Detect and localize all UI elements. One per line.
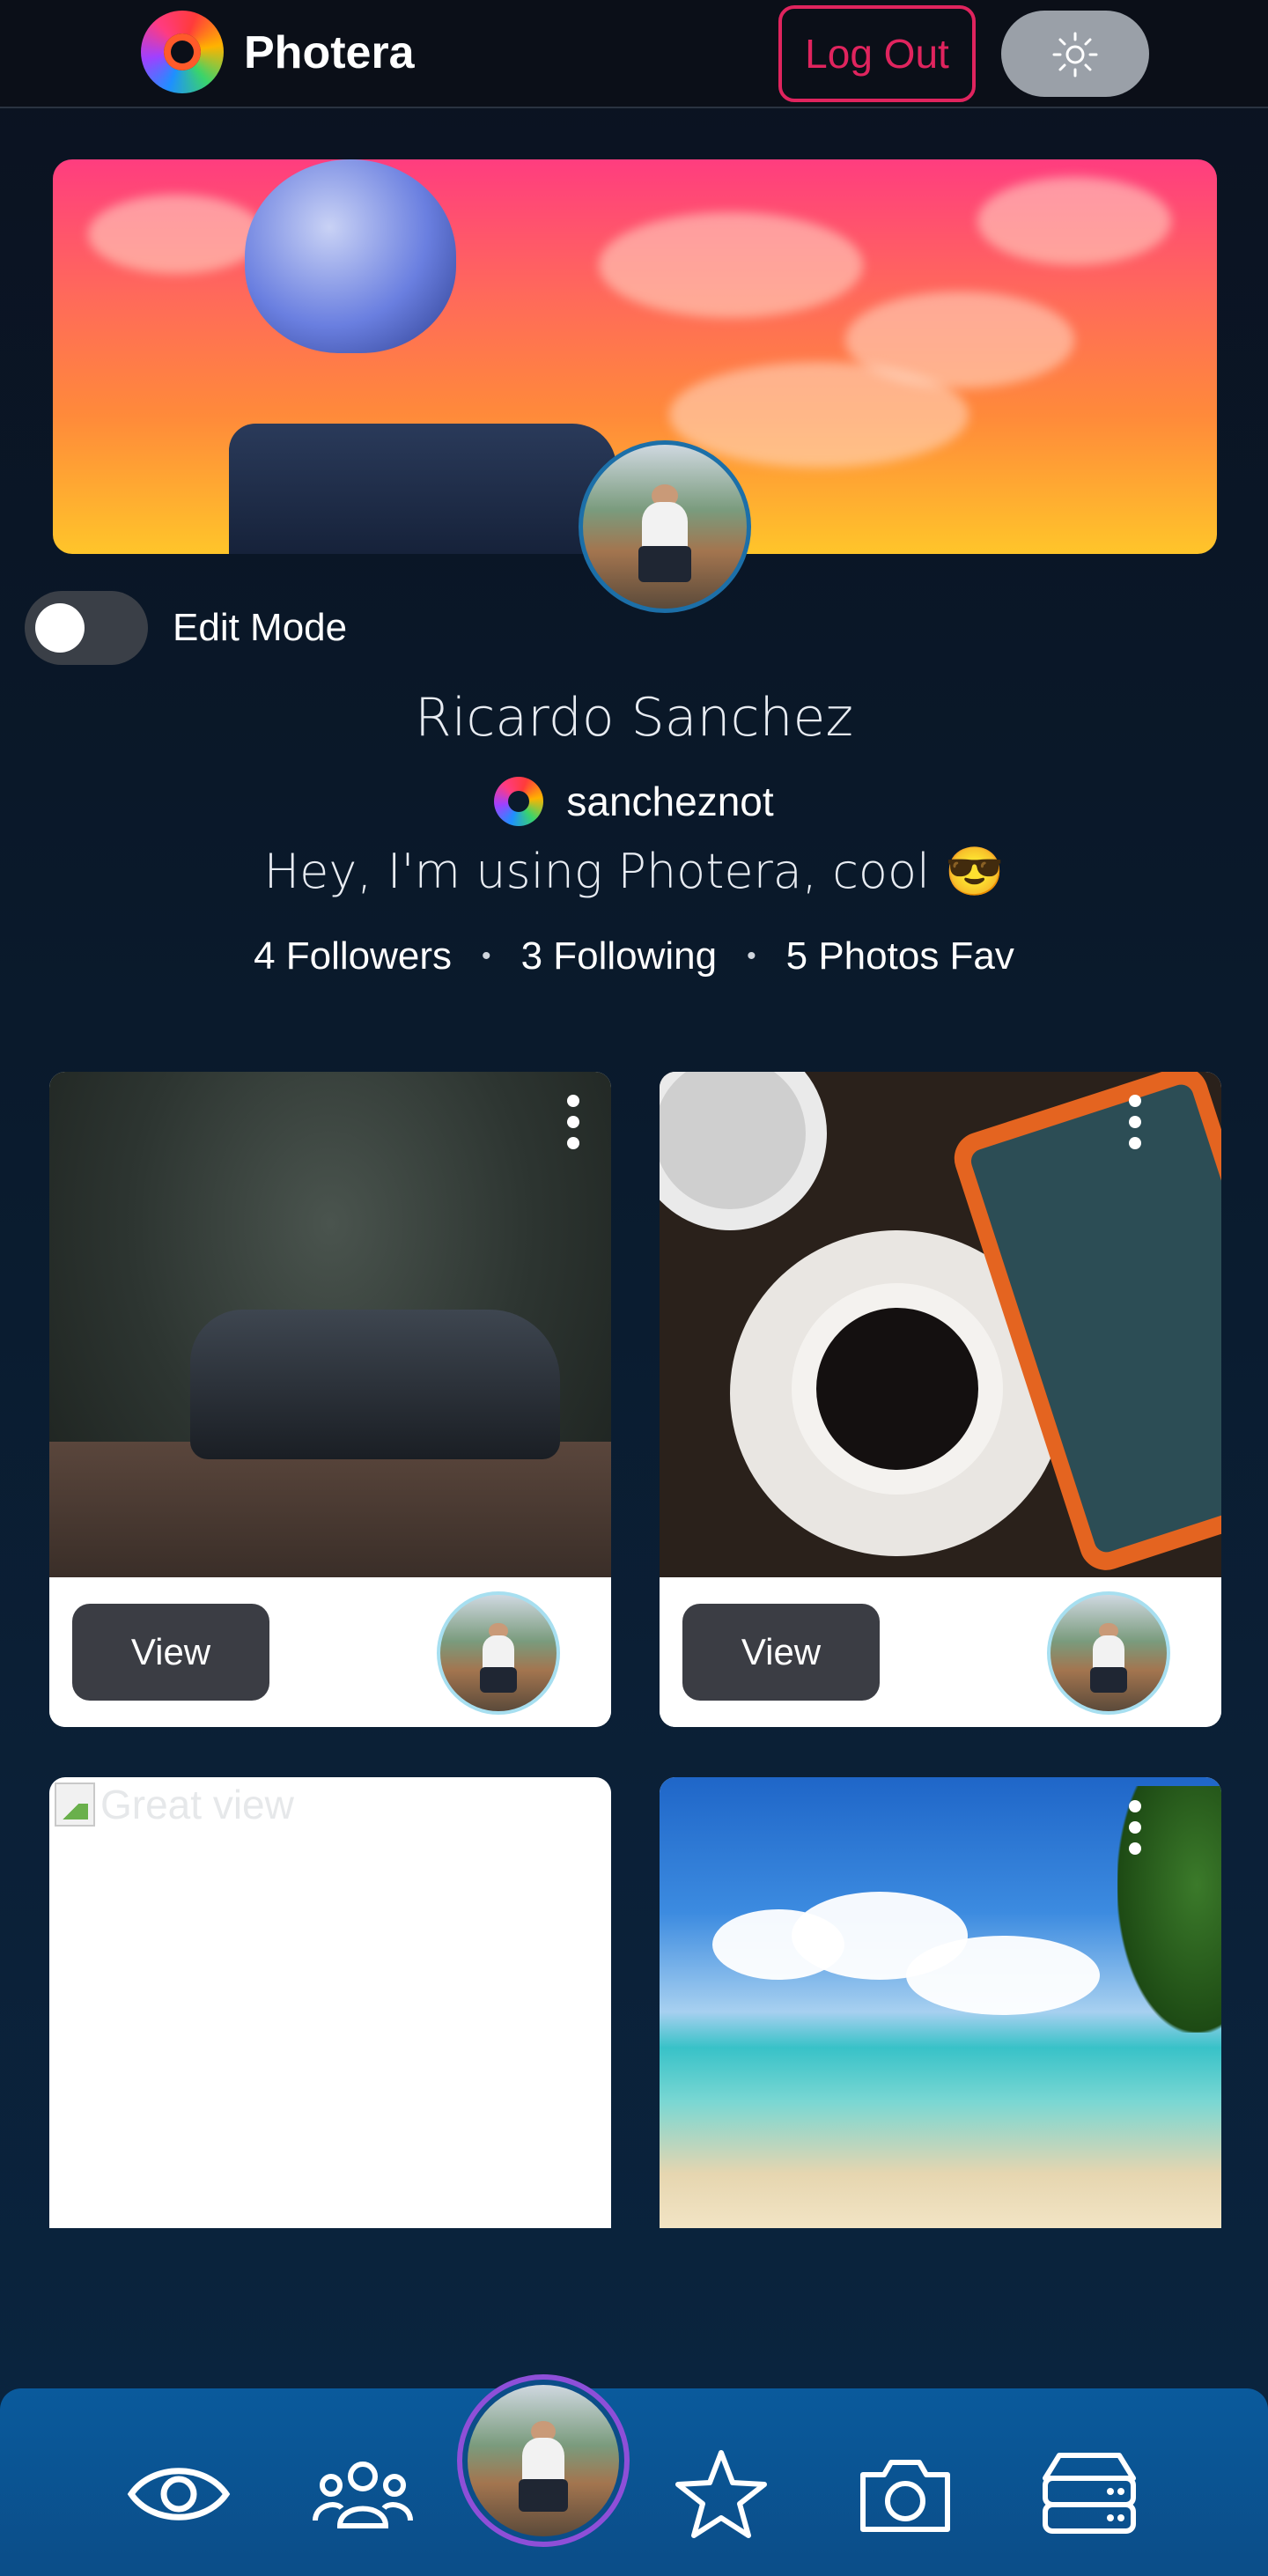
theme-toggle-button[interactable] xyxy=(1001,11,1149,97)
profile-name: Ricardo Sanchez xyxy=(415,687,853,749)
card-footer: View xyxy=(660,1577,1221,1727)
photo-card: Great view xyxy=(49,1777,611,2228)
owner-avatar[interactable] xyxy=(1047,1591,1170,1715)
separator-dot: • xyxy=(482,941,491,971)
favs-count[interactable]: 5 Photos Fav xyxy=(786,934,1014,978)
toggle-knob xyxy=(35,603,85,653)
bottom-navigation xyxy=(0,2374,1268,2576)
star-icon xyxy=(675,2450,767,2538)
following-count[interactable]: 3 Following xyxy=(521,934,718,978)
nav-friends[interactable] xyxy=(306,2437,420,2551)
image-alt-text: Great view xyxy=(100,1782,294,1827)
flying-bus xyxy=(229,424,616,554)
edit-mode-toggle[interactable] xyxy=(25,591,148,665)
more-vertical-icon[interactable] xyxy=(1117,1089,1153,1169)
photera-logo-icon xyxy=(494,777,544,826)
users-icon xyxy=(313,2462,413,2528)
broken-image[interactable]: Great view xyxy=(55,1781,294,1828)
view-button[interactable]: View xyxy=(682,1604,880,1701)
broken-image-icon xyxy=(55,1783,95,1827)
more-vertical-icon[interactable] xyxy=(556,1089,591,1169)
profile-stats: 4 Followers • 3 Following • 5 Photos Fav xyxy=(0,932,1268,981)
car xyxy=(190,1310,560,1459)
view-button[interactable]: View xyxy=(72,1604,269,1701)
separator-dot: • xyxy=(747,941,756,971)
username: sancheznot xyxy=(566,779,774,824)
hot-air-balloon xyxy=(245,159,456,353)
photo-image[interactable] xyxy=(49,1072,611,1577)
photo-card: View xyxy=(49,1072,611,1727)
followers-count[interactable]: 4 Followers xyxy=(254,934,452,978)
edit-mode-label: Edit Mode xyxy=(173,606,348,649)
sun-icon xyxy=(1052,32,1098,78)
database-icon xyxy=(1043,2453,1136,2534)
camera-icon xyxy=(860,2460,950,2532)
logout-button[interactable]: Log Out xyxy=(778,5,976,102)
card-footer: View xyxy=(49,1577,611,1727)
owner-avatar[interactable] xyxy=(437,1591,560,1715)
nav-profile-avatar[interactable] xyxy=(457,2374,630,2547)
photera-logo-icon[interactable] xyxy=(141,11,224,93)
nav-favorites[interactable] xyxy=(664,2437,778,2551)
more-vertical-icon[interactable] xyxy=(1117,1795,1153,1874)
username-row: sancheznot xyxy=(0,773,1268,830)
photo-card xyxy=(660,1777,1221,2228)
eye-icon xyxy=(127,2468,231,2521)
top-bar: Photera Log Out xyxy=(0,0,1268,108)
app-name[interactable]: Photera xyxy=(244,26,415,79)
nav-upload[interactable] xyxy=(848,2437,962,2551)
photo-card: View xyxy=(660,1072,1221,1727)
profile-bio: Hey, I'm using Photera, cool 😎 xyxy=(263,844,1005,899)
nav-storage[interactable] xyxy=(1032,2437,1146,2551)
nav-explore[interactable] xyxy=(122,2437,236,2551)
profile-avatar[interactable] xyxy=(579,440,751,613)
